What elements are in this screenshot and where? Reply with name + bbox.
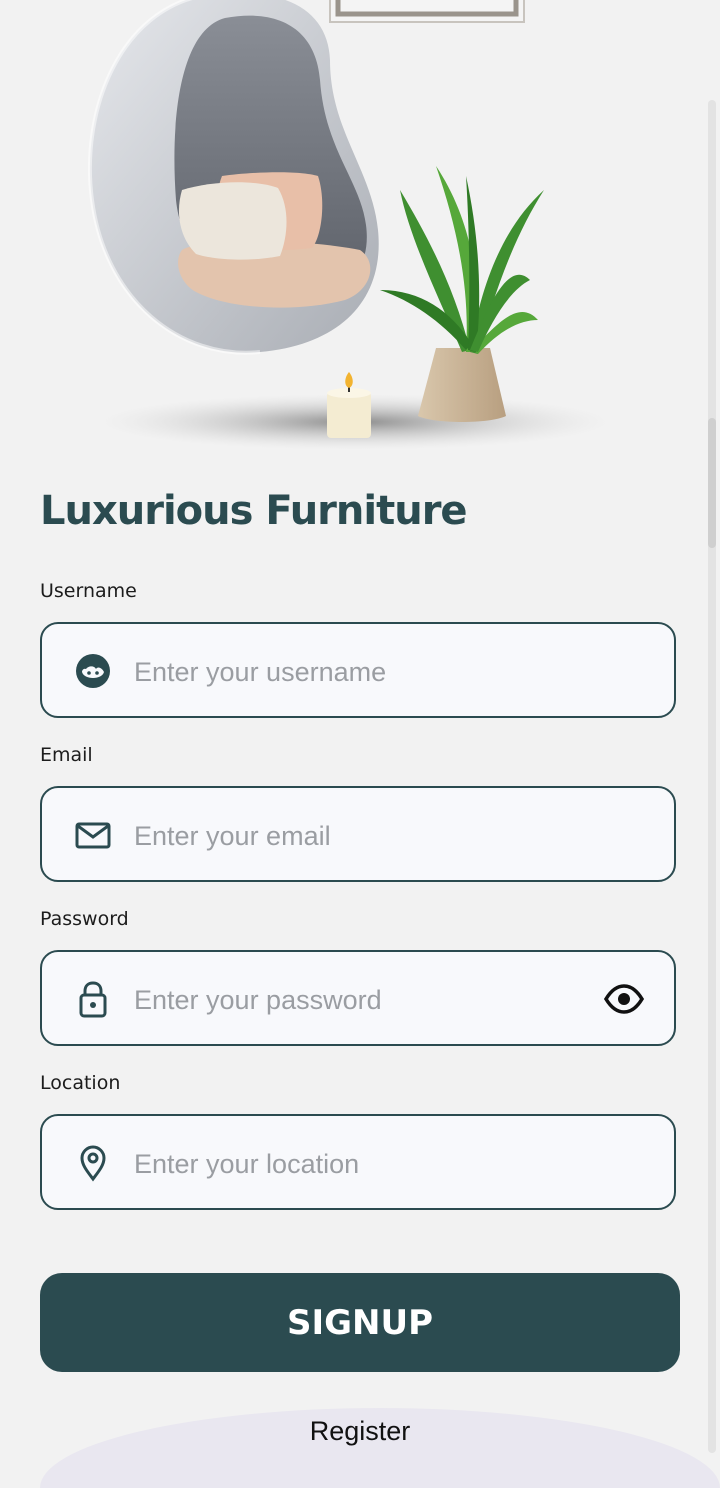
location-input[interactable] bbox=[132, 1136, 596, 1192]
scrollbar-track[interactable] bbox=[708, 100, 716, 1453]
password-label: Password bbox=[40, 908, 129, 930]
eye-icon[interactable] bbox=[604, 982, 644, 1016]
location-pin-icon bbox=[80, 1145, 106, 1182]
wall-frame bbox=[329, 0, 525, 23]
register-link[interactable]: Register bbox=[0, 1416, 720, 1447]
password-field[interactable] bbox=[40, 950, 676, 1046]
potted-plant bbox=[380, 166, 544, 422]
page-title: Luxurious Furniture bbox=[40, 488, 468, 534]
username-input[interactable] bbox=[132, 644, 596, 700]
email-field[interactable] bbox=[40, 786, 676, 882]
scrollbar-thumb[interactable] bbox=[708, 418, 716, 548]
user-face-icon bbox=[76, 654, 110, 688]
lock-icon bbox=[79, 981, 107, 1018]
username-label: Username bbox=[40, 580, 137, 602]
egg-chair bbox=[87, 0, 379, 355]
candle bbox=[327, 372, 371, 438]
password-input[interactable] bbox=[132, 972, 596, 1028]
email-label: Email bbox=[40, 744, 93, 766]
signup-button[interactable]: SIGNUP bbox=[40, 1273, 680, 1372]
hero-illustration bbox=[87, 0, 610, 450]
location-label: Location bbox=[40, 1072, 121, 1094]
location-field[interactable] bbox=[40, 1114, 676, 1210]
email-input[interactable] bbox=[132, 808, 596, 864]
mail-icon bbox=[75, 822, 111, 849]
username-field[interactable] bbox=[40, 622, 676, 718]
